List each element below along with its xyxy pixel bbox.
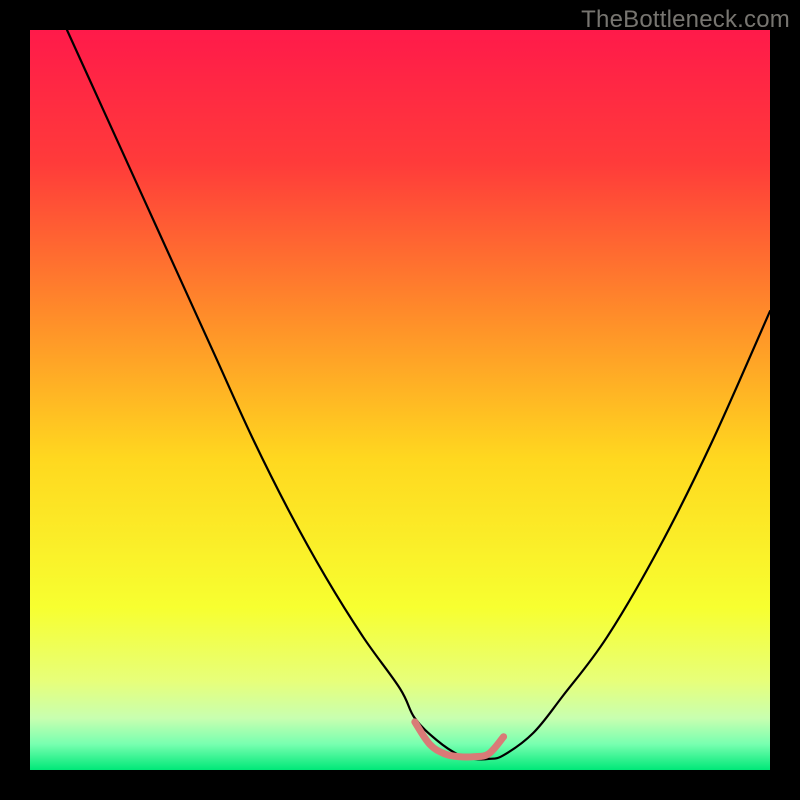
plot-area <box>30 30 770 770</box>
optimal-zone <box>415 722 504 757</box>
chart-frame: TheBottleneck.com <box>0 0 800 800</box>
bottleneck-curve <box>67 30 770 759</box>
chart-curves <box>30 30 770 770</box>
watermark-text: TheBottleneck.com <box>581 6 790 34</box>
